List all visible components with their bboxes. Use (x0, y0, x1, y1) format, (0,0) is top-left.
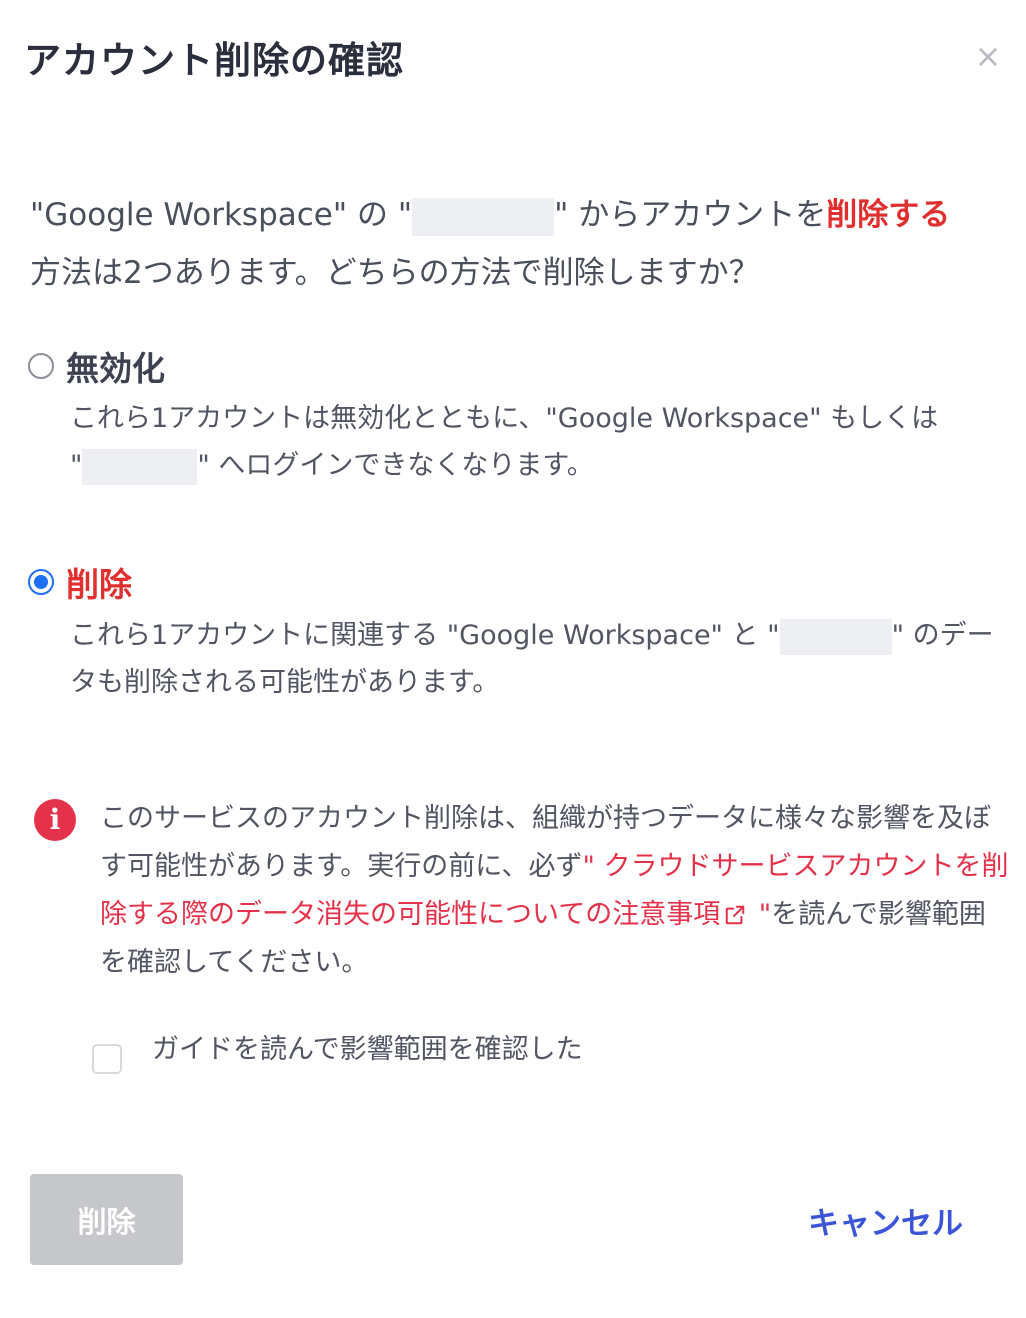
delete-button[interactable]: 削除 (30, 1174, 183, 1265)
confirm-guide-label: ガイドを読んで影響範囲を確認した (152, 1033, 583, 1065)
option-delete-desc-line1-rest: " のデー (891, 620, 994, 651)
option-disable-desc-line2: " へログインできなくなります。 (197, 450, 594, 481)
option-disable-description: これら1アカウントは無効化とともに、"Google Workspace" もしく… (70, 395, 1005, 489)
option-delete-label: 削除 (66, 565, 132, 604)
redacted-service-name-2 (82, 448, 198, 485)
radio-disable[interactable] (28, 353, 54, 379)
redacted-service-name (412, 197, 555, 236)
close-icon[interactable]: × (970, 38, 1006, 74)
option-delete-desc-line1: これら1アカウントに関連する "Google Workspace" と " (70, 620, 780, 651)
intro-part-1: "Google Workspace" の " (30, 197, 413, 233)
dialog-title: アカウント削除の確認 (24, 39, 404, 82)
option-disable[interactable]: 無効化 (28, 342, 165, 390)
intro-danger-text: 削除する (826, 197, 951, 233)
option-delete[interactable]: 削除 (28, 558, 132, 606)
external-link-icon (725, 905, 745, 925)
intro-part-2: " からアカウントを (554, 197, 827, 233)
option-disable-label: 無効化 (66, 349, 165, 388)
confirm-guide-checkbox[interactable] (92, 1044, 122, 1074)
option-delete-description: これら1アカウントに関連する "Google Workspace" と " " の… (70, 612, 1005, 706)
confirm-guide-row[interactable]: ガイドを読んで影響範囲を確認した (92, 1018, 583, 1074)
intro-part-3: 方法は2つあります。どちらの方法で削除しますか？ (30, 255, 760, 291)
notice-text: このサービスのアカウント削除は、組織が持つデータに様々な影響を及ぼす可能性があり… (100, 795, 1010, 987)
redacted-service-name-3 (779, 618, 892, 655)
intro-text: "Google Workspace" の " " からアカウントを削除する 方法は… (30, 186, 1015, 302)
option-disable-desc-line1: これら1アカウントは無効化とともに、"Google Workspace" もしく… (70, 403, 939, 434)
option-delete-desc-line2: タも削除される可能性があります。 (70, 667, 500, 698)
option-disable-desc-quote: " (70, 450, 83, 481)
delete-account-dialog: アカウント削除の確認 × "Google Workspace" の " " からア… (0, 0, 1026, 1318)
cancel-button[interactable]: キャンセル (800, 1196, 971, 1244)
info-icon: i (34, 799, 76, 841)
data-loss-guide-link-end: " (750, 899, 772, 930)
radio-delete[interactable] (28, 569, 54, 595)
